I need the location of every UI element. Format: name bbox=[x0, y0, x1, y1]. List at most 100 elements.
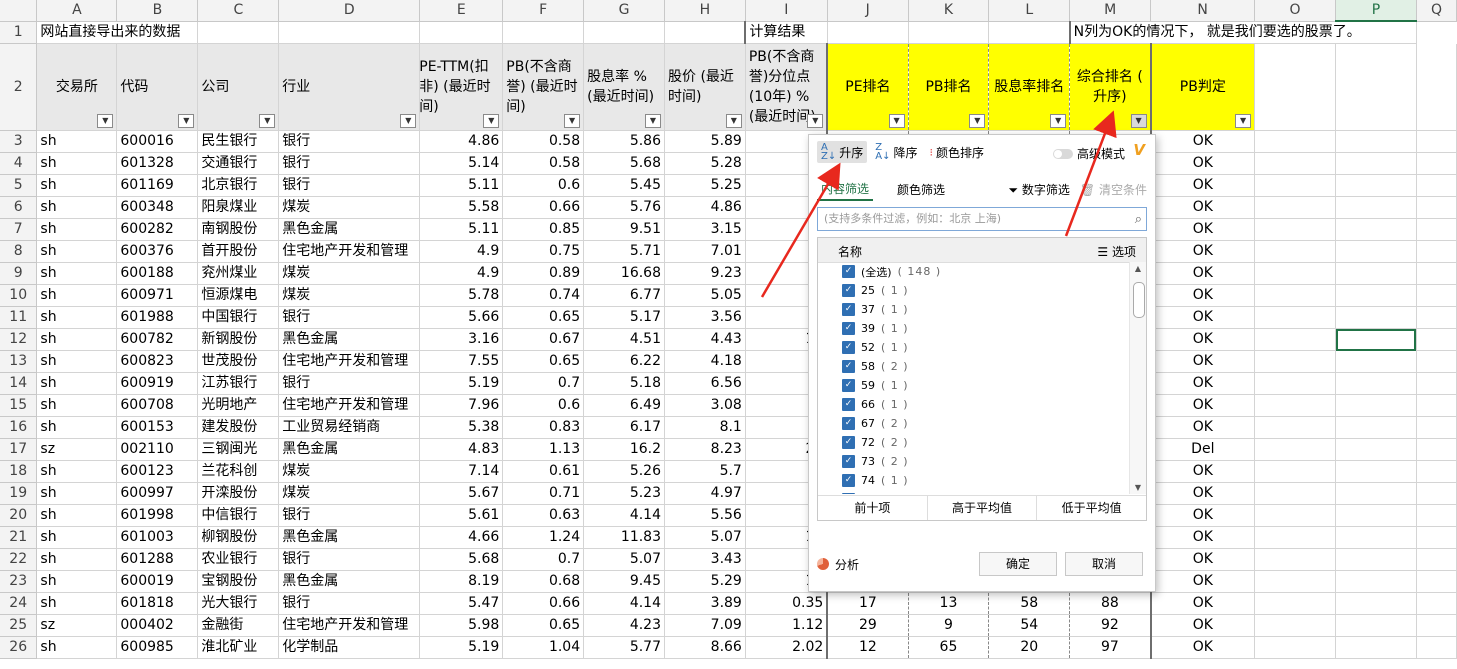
row-header[interactable]: 25 bbox=[0, 614, 38, 637]
cell-industry[interactable]: 银行 bbox=[278, 306, 421, 329]
cell[interactable] bbox=[1254, 196, 1336, 219]
cell-code[interactable]: 600282 bbox=[116, 218, 199, 241]
cell[interactable] bbox=[1416, 416, 1457, 439]
cell-dividend[interactable]: 4.14 bbox=[583, 592, 665, 615]
column-header-k[interactable]: K bbox=[908, 0, 990, 22]
cell-pb-rank[interactable]: 9 bbox=[908, 614, 990, 637]
cell-exchange[interactable]: sh bbox=[36, 636, 118, 659]
cell-price[interactable]: 4.43 bbox=[664, 328, 746, 351]
cell-pb-judgement[interactable]: OK bbox=[1150, 240, 1256, 263]
cell-dividend[interactable]: 5.86 bbox=[583, 130, 665, 153]
list-item[interactable]: ✓ 52 ( 1 ) bbox=[818, 338, 1130, 357]
list-item[interactable]: ✓ 37 ( 1 ) bbox=[818, 300, 1130, 319]
filter-dropdown-icon[interactable]: ▼ bbox=[969, 114, 986, 128]
cell[interactable] bbox=[988, 21, 1071, 44]
cell-dividend[interactable]: 5.23 bbox=[583, 482, 665, 505]
cell-pe-rank[interactable]: 17 bbox=[826, 592, 909, 615]
cell[interactable] bbox=[1254, 614, 1336, 637]
cell-dividend[interactable]: 6.22 bbox=[583, 350, 665, 373]
cell-exchange[interactable]: sh bbox=[36, 526, 118, 549]
cell-pb[interactable]: 0.6 bbox=[502, 394, 585, 417]
cell-exchange[interactable]: sh bbox=[36, 504, 118, 527]
checkbox-checked-icon[interactable]: ✓ bbox=[842, 265, 855, 278]
cell-industry[interactable]: 黑色金属 bbox=[278, 570, 421, 593]
cell-code[interactable]: 601169 bbox=[116, 174, 199, 197]
cell[interactable] bbox=[1335, 592, 1417, 615]
cell[interactable] bbox=[1335, 284, 1417, 307]
cell-exchange[interactable]: sh bbox=[36, 592, 118, 615]
advanced-mode-toggle[interactable]: 高级模式 bbox=[1052, 145, 1125, 162]
cell-code[interactable]: 600348 bbox=[116, 196, 199, 219]
checkbox-checked-icon[interactable]: ✓ bbox=[842, 493, 855, 494]
cell[interactable] bbox=[1416, 240, 1457, 263]
cell[interactable] bbox=[1416, 196, 1457, 219]
cell-company[interactable]: 首开股份 bbox=[197, 240, 280, 263]
list-item[interactable]: ✓ 25 ( 1 ) bbox=[818, 281, 1130, 300]
above-average-button[interactable]: 高于平均值 bbox=[928, 496, 1038, 520]
cell[interactable] bbox=[1335, 482, 1417, 505]
cell-pb[interactable]: 0.7 bbox=[502, 548, 585, 571]
cell-industry[interactable]: 住宅地产开发和管理 bbox=[278, 350, 421, 373]
cell-pe[interactable]: 7.14 bbox=[419, 460, 504, 483]
cell-exchange[interactable]: sh bbox=[36, 328, 118, 351]
cell-industry[interactable]: 煤炭 bbox=[278, 482, 421, 505]
cell-price[interactable]: 8.1 bbox=[664, 416, 746, 439]
cell[interactable] bbox=[1335, 43, 1417, 131]
cell-pb-judgement[interactable]: OK bbox=[1150, 196, 1256, 219]
cell-pb[interactable]: 0.7 bbox=[502, 372, 585, 395]
cell[interactable] bbox=[419, 21, 504, 44]
row-header[interactable]: 14 bbox=[0, 372, 38, 395]
column-header-h[interactable]: H bbox=[664, 0, 746, 22]
cell[interactable] bbox=[1254, 306, 1336, 329]
cell-pb[interactable]: 0.66 bbox=[502, 592, 585, 615]
header-industry[interactable]: 行业 ▼ bbox=[278, 43, 421, 131]
cell-price[interactable]: 4.86 bbox=[664, 196, 746, 219]
filter-dropdown-icon[interactable]: ▼ bbox=[259, 114, 276, 128]
cell-company[interactable]: 柳钢股份 bbox=[197, 526, 280, 549]
cell[interactable] bbox=[1254, 152, 1336, 175]
cell-exchange[interactable]: sh bbox=[36, 262, 118, 285]
header-pb-percentile[interactable]: PB(不含商誉)分位点(10年) % (最近时间) ▼ bbox=[745, 43, 828, 131]
cell-industry[interactable]: 银行 bbox=[278, 504, 421, 527]
cell[interactable] bbox=[1416, 614, 1457, 637]
cell[interactable] bbox=[1254, 372, 1336, 395]
cell-pe[interactable]: 4.66 bbox=[419, 526, 504, 549]
cell-pe[interactable]: 4.86 bbox=[419, 130, 504, 153]
cell-company[interactable]: 交通银行 bbox=[197, 152, 280, 175]
cell-industry[interactable]: 银行 bbox=[278, 152, 421, 175]
cell-code[interactable]: 600971 bbox=[116, 284, 199, 307]
cell-pb-judgement[interactable]: OK bbox=[1150, 460, 1256, 483]
header-company[interactable]: 公司 ▼ bbox=[197, 43, 280, 131]
column-header-b[interactable]: B bbox=[116, 0, 199, 22]
cell-exchange[interactable]: sh bbox=[36, 284, 118, 307]
analysis-button[interactable]: 分析 bbox=[835, 556, 859, 573]
cell-pe[interactable]: 3.16 bbox=[419, 328, 504, 351]
cell[interactable] bbox=[1335, 460, 1417, 483]
cell-pb-judgement[interactable]: OK bbox=[1150, 592, 1256, 615]
cell-company[interactable]: 兖州煤业 bbox=[197, 262, 280, 285]
row-header[interactable]: 4 bbox=[0, 152, 38, 175]
cell-company[interactable]: 中信银行 bbox=[197, 504, 280, 527]
cell[interactable] bbox=[1254, 284, 1336, 307]
cell[interactable] bbox=[1254, 394, 1336, 417]
cell-pe[interactable]: 5.98 bbox=[419, 614, 504, 637]
header-exchange[interactable]: 交易所 ▼ bbox=[36, 43, 118, 131]
checkbox-checked-icon[interactable]: ✓ bbox=[842, 398, 855, 411]
cell[interactable] bbox=[1254, 240, 1336, 263]
cell[interactable] bbox=[1335, 394, 1417, 417]
cell[interactable] bbox=[1416, 306, 1457, 329]
list-item[interactable]: ✓ 67 ( 2 ) bbox=[818, 414, 1130, 433]
cell-price[interactable]: 4.97 bbox=[664, 482, 746, 505]
cell-pb-judgement[interactable]: OK bbox=[1150, 416, 1256, 439]
checkbox-checked-icon[interactable]: ✓ bbox=[842, 360, 855, 373]
cell-pe[interactable]: 5.47 bbox=[419, 592, 504, 615]
cell-pe[interactable]: 5.61 bbox=[419, 504, 504, 527]
cell-pb-judgement[interactable]: OK bbox=[1150, 130, 1256, 153]
cell[interactable] bbox=[1335, 306, 1417, 329]
cell-industry[interactable]: 工业贸易经销商 bbox=[278, 416, 421, 439]
cell-code[interactable]: 601998 bbox=[116, 504, 199, 527]
cell-dividend[interactable]: 5.77 bbox=[583, 636, 665, 659]
cell-code[interactable]: 600823 bbox=[116, 350, 199, 373]
cell-pe[interactable]: 4.9 bbox=[419, 240, 504, 263]
cell-company[interactable]: 农业银行 bbox=[197, 548, 280, 571]
